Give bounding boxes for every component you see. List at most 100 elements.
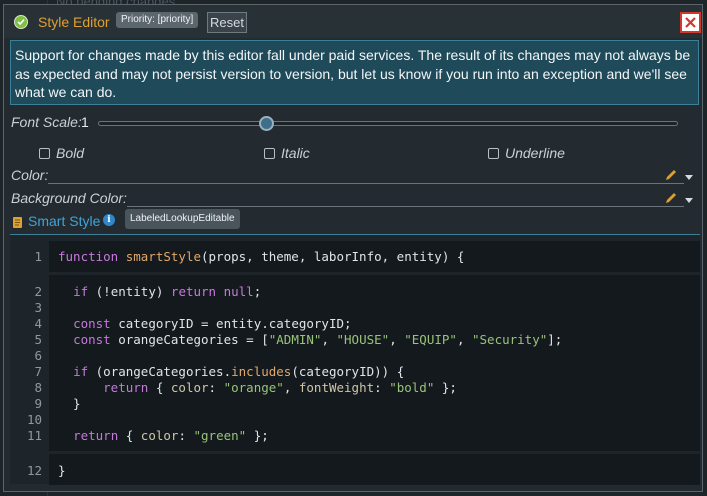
color-label: Color: xyxy=(11,167,49,183)
pencil-icon[interactable] xyxy=(664,191,678,205)
code-token: , xyxy=(456,332,472,347)
code-token: return xyxy=(73,428,119,443)
code-token: smartStyle xyxy=(125,249,201,264)
code-line: function smartStyle(props, theme, laborI… xyxy=(58,249,464,264)
close-icon xyxy=(685,17,696,28)
line-number: 1 xyxy=(34,249,42,264)
code-token: const xyxy=(73,316,111,331)
code-line: if (orangeCategories.includes(categoryID… xyxy=(58,364,404,379)
line-number: 5 xyxy=(34,332,42,347)
line-number: 11 xyxy=(26,428,42,443)
code-line: } xyxy=(58,396,81,411)
code-token: (orangeCategories. xyxy=(88,364,232,379)
paid-services-notice: Support for changes made by this editor … xyxy=(10,40,699,105)
code-body-block xyxy=(10,275,700,451)
code-token: fontWeight xyxy=(298,380,375,395)
title-bar: Style Editor Priority: [priority] Reset xyxy=(4,5,702,38)
font-scale-value: 1 xyxy=(81,114,89,130)
code-token: ; xyxy=(253,284,262,299)
code-token: : xyxy=(374,380,390,395)
code-token: color xyxy=(170,380,209,395)
font-scale-slider-thumb[interactable] xyxy=(259,116,275,131)
font-scale-label: Font Scale: xyxy=(11,114,82,130)
background-dropdown-caret-icon[interactable] xyxy=(685,198,693,203)
code-token: (props, theme, laborInfo, entity) { xyxy=(201,249,465,264)
code-token: } xyxy=(58,463,66,478)
background-color-label: Background Color: xyxy=(11,190,127,206)
pencil-icon[interactable] xyxy=(664,168,678,182)
bold-checkbox-box[interactable] xyxy=(39,147,50,159)
italic-checkbox[interactable]: Italic xyxy=(264,145,310,161)
editor-type-badge: LabeledLookupEditable xyxy=(125,209,240,229)
reset-button[interactable]: Reset xyxy=(207,12,247,33)
line-number: 7 xyxy=(34,364,42,379)
code-token: const xyxy=(73,332,111,347)
code-area[interactable] xyxy=(49,275,700,451)
line-number: 12 xyxy=(26,463,42,478)
code-token: "ADMIN" xyxy=(268,332,322,347)
line-number: 2 xyxy=(34,284,42,299)
code-token: "EQUIP" xyxy=(404,332,457,347)
code-line: return { color: "green" }; xyxy=(58,428,269,443)
underline-checkbox-box[interactable] xyxy=(488,147,499,159)
code-editor[interactable]: 1 function smartStyle(props, theme, labor… xyxy=(10,234,700,485)
color-dropdown-caret-icon[interactable] xyxy=(685,175,693,180)
code-token: } xyxy=(58,396,81,411)
scroll-icon xyxy=(13,217,22,228)
code-token: "HOUSE" xyxy=(336,332,390,347)
code-line: const categoryID = entity.categoryID; xyxy=(58,316,352,331)
code-token: "orange" xyxy=(223,380,284,395)
line-number: 4 xyxy=(34,316,42,331)
code-token: "Security" xyxy=(472,332,548,347)
background-color-input[interactable] xyxy=(127,206,684,207)
code-token: (categoryID)) { xyxy=(291,364,405,379)
line-number: 3 xyxy=(34,300,42,315)
code-footer-block xyxy=(10,454,700,485)
bold-label: Bold xyxy=(56,145,85,161)
code-token: ]; xyxy=(547,332,563,347)
code-token: categoryID = entity.categoryID; xyxy=(110,316,352,331)
code-token: , xyxy=(283,380,299,395)
code-line: } xyxy=(58,463,66,478)
info-icon[interactable]: i xyxy=(103,214,115,226)
priority-badge: Priority: [priority] xyxy=(116,12,199,28)
code-token: { xyxy=(148,380,171,395)
italic-checkbox-box[interactable] xyxy=(264,147,275,159)
code-token: "green" xyxy=(193,428,247,443)
code-line: return { color: "orange", fontWeight: "b… xyxy=(58,380,457,395)
color-input[interactable] xyxy=(48,183,684,184)
code-token: return xyxy=(170,284,217,299)
line-number: 10 xyxy=(26,412,42,427)
code-token: return xyxy=(103,380,149,395)
code-area[interactable] xyxy=(49,454,700,485)
code-line: if (!entity) return null; xyxy=(58,284,261,299)
code-token: { xyxy=(118,428,141,443)
code-token: if xyxy=(73,364,89,379)
code-token: : xyxy=(208,380,224,395)
code-token: }; xyxy=(246,428,269,443)
code-token: (!entity) xyxy=(88,284,171,299)
underline-checkbox[interactable]: Underline xyxy=(488,145,565,161)
code-token: , xyxy=(389,332,405,347)
code-token: function xyxy=(58,249,126,264)
code-line: const orangeCategories = ["ADMIN", "HOUS… xyxy=(58,332,562,347)
line-number: 9 xyxy=(34,396,42,411)
bold-checkbox[interactable]: Bold xyxy=(39,145,84,161)
smart-style-label: Smart Style xyxy=(28,213,101,229)
close-button[interactable] xyxy=(680,12,701,33)
code-token: color xyxy=(140,428,179,443)
italic-label: Italic xyxy=(281,145,310,161)
window-title: Style Editor xyxy=(38,14,110,30)
font-scale-slider[interactable] xyxy=(98,121,678,126)
code-token: includes xyxy=(231,364,292,379)
code-token: }; xyxy=(434,380,457,395)
code-token: if xyxy=(73,284,89,299)
code-token: orangeCategories = [ xyxy=(110,332,269,347)
line-number: 6 xyxy=(34,348,42,363)
